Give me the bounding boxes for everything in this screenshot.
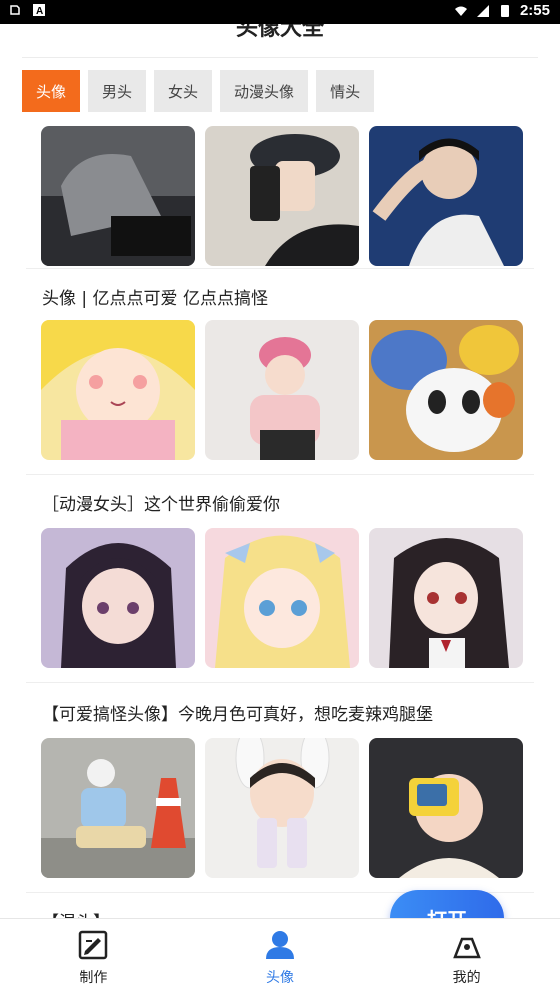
- tab-anime[interactable]: 动漫头像: [220, 70, 309, 112]
- edit-icon: [79, 930, 108, 960]
- avatar-thumbnail[interactable]: [369, 126, 523, 266]
- image-row: [41, 738, 523, 878]
- page-title: 头像大全: [235, 24, 324, 41]
- tab-avatar[interactable]: 头像: [22, 70, 81, 112]
- image-row: [41, 528, 523, 668]
- image-row: [41, 320, 523, 460]
- avatar-thumbnail[interactable]: [369, 320, 523, 460]
- header: 头像大全: [0, 24, 560, 58]
- avatar-thumbnail[interactable]: [41, 320, 195, 460]
- signal-icon: [476, 4, 489, 17]
- avatar-thumbnail[interactable]: [41, 528, 195, 668]
- avatar-thumbnail[interactable]: [205, 320, 359, 460]
- user-icon: [266, 931, 294, 959]
- avatar-thumbnail[interactable]: [205, 126, 359, 266]
- nav-item-make[interactable]: 制作: [0, 919, 187, 998]
- section-divider: [26, 268, 534, 269]
- app-a-icon: A: [33, 4, 45, 17]
- tab-female[interactable]: 女头: [154, 70, 213, 112]
- avatar-thumbnail[interactable]: [369, 738, 523, 878]
- status-time: 2:55: [519, 2, 550, 19]
- avatar-thumbnail[interactable]: [41, 738, 195, 878]
- tab-couple[interactable]: 情头: [316, 70, 375, 112]
- content-feed[interactable]: 头像 | 亿点点可爱 亿点点搞怪 ［动漫女头］这个世界偷偷爱你 【可爱搞怪头像】…: [0, 124, 560, 918]
- image-row: [41, 126, 523, 266]
- section-title[interactable]: 【混头】: [42, 908, 110, 918]
- nav-item-avatar[interactable]: 头像: [187, 919, 374, 998]
- section-divider: [26, 474, 534, 475]
- nav-label: 我的: [452, 970, 481, 986]
- bottom-nav: 制作 头像 我的: [0, 918, 560, 998]
- svg-text:A: A: [36, 6, 43, 17]
- tab-male[interactable]: 男头: [88, 70, 147, 112]
- nav-label: 头像: [266, 970, 294, 986]
- nav-item-mine[interactable]: 我的: [373, 919, 560, 998]
- notification-icon: [10, 5, 20, 15]
- profile-icon: [452, 937, 481, 959]
- battery-icon: [500, 4, 509, 17]
- wifi-icon: [454, 6, 467, 16]
- avatar-thumbnail[interactable]: [369, 528, 523, 668]
- status-bar: A 2:55: [0, 0, 560, 24]
- section-title[interactable]: ［动漫女头］这个世界偷偷爱你: [42, 490, 280, 515]
- category-tabs: 头像 男头 女头 动漫头像 情头: [22, 70, 375, 112]
- section-title[interactable]: 【可爱搞怪头像】今晚月色可真好，想吃麦辣鸡腿堡: [42, 700, 433, 725]
- nav-label: 制作: [79, 970, 108, 986]
- section-divider: [26, 682, 534, 683]
- avatar-thumbnail[interactable]: [205, 528, 359, 668]
- section-title[interactable]: 头像 | 亿点点可爱 亿点点搞怪: [42, 284, 268, 309]
- avatar-thumbnail[interactable]: [41, 126, 195, 266]
- avatar-thumbnail[interactable]: [205, 738, 359, 878]
- header-divider: [22, 57, 538, 58]
